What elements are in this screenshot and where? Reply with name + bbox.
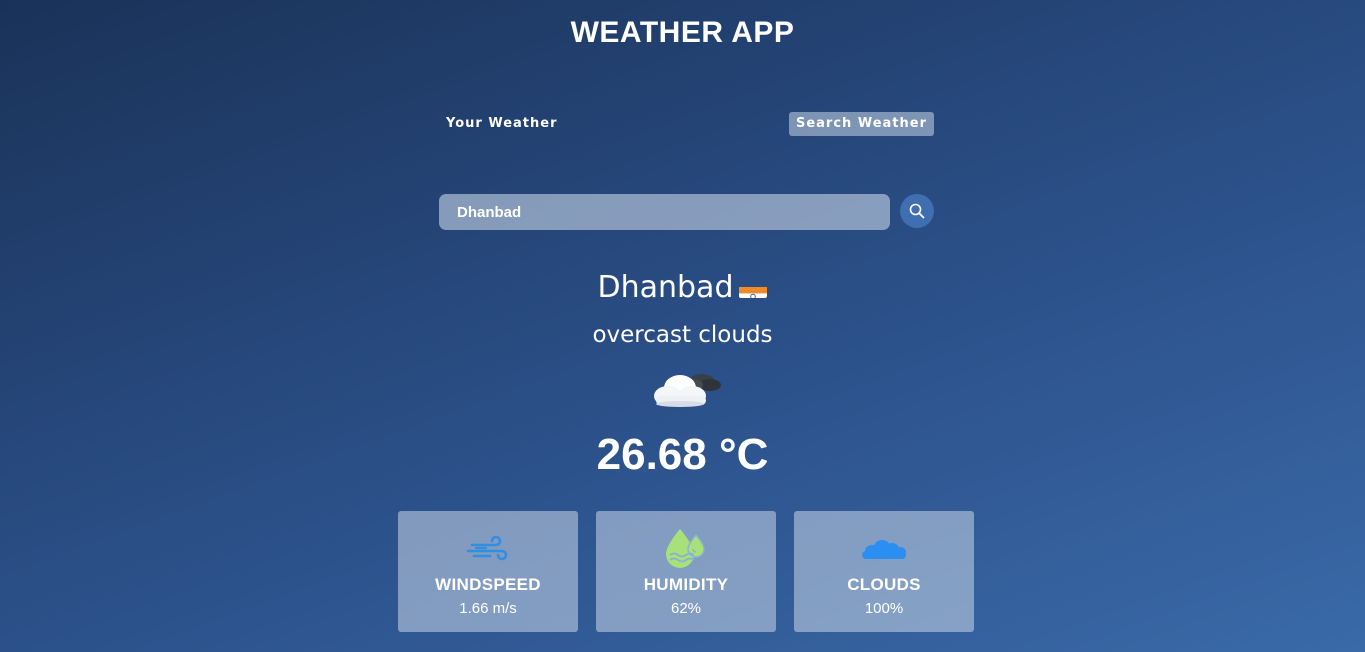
windspeed-value: 1.66 m/s [459, 600, 517, 617]
tab-your-weather[interactable]: Your Weather [439, 112, 565, 136]
tab-bar: Your Weather Search Weather [439, 112, 934, 136]
search-button[interactable] [900, 194, 934, 228]
india-flag-icon [739, 279, 768, 298]
humidity-label: HUMIDITY [643, 575, 729, 594]
humidity-value: 62% [670, 600, 702, 617]
clouds-card: CLOUDS 100% [794, 511, 974, 632]
search-icon [909, 203, 925, 219]
app-title: WEATHER APP [570, 16, 795, 49]
weather-description: overcast clouds [592, 322, 773, 348]
clouds-icon [862, 540, 906, 559]
wind-icon [466, 535, 508, 561]
city-name: Dhanbad [597, 270, 734, 305]
search-input[interactable] [439, 194, 890, 230]
weather-stats: WINDSPEED 1.66 m/s HUMIDITY 62% CLOUDS 1… [398, 511, 974, 632]
humidity-icon [666, 529, 705, 568]
windspeed-label: WINDSPEED [435, 575, 541, 594]
city-heading: Dhanbad [0, 270, 1365, 305]
clouds-label: CLOUDS [847, 575, 921, 594]
humidity-card: HUMIDITY 62% [596, 511, 776, 632]
tab-search-weather[interactable]: Search Weather [788, 112, 934, 136]
overcast-clouds-icon [654, 374, 721, 407]
search-form [439, 194, 934, 230]
temperature: 26.68 °C [596, 430, 769, 479]
clouds-value: 100% [864, 600, 904, 617]
windspeed-card: WINDSPEED 1.66 m/s [398, 511, 578, 632]
